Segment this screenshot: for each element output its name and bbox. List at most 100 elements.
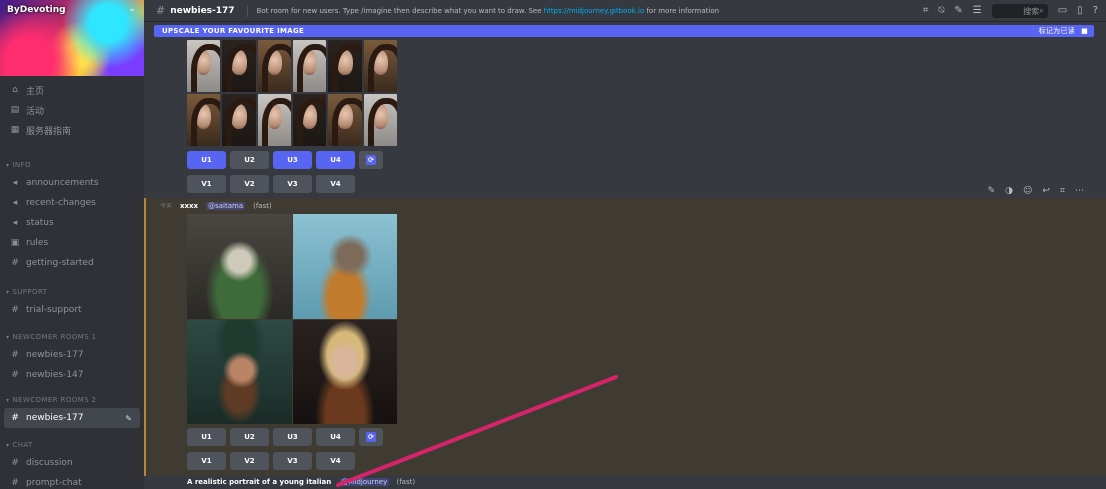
prompt-text: A realistic portrait of a young italian — [187, 478, 332, 486]
generated-image[interactable] — [187, 214, 292, 319]
message-meta: 今天 xxxx @saitama (fast) — [160, 201, 272, 210]
sidebar-item-home[interactable]: ⌂ 主页 — [0, 80, 144, 100]
sidebar-item-newbies-177-active[interactable]: # newbies-177 ✎ — [4, 408, 140, 428]
category-header[interactable]: ▾ info — [0, 157, 144, 173]
image-grid-portraits[interactable] — [187, 40, 397, 146]
v2-button[interactable]: V2 — [230, 175, 269, 193]
generated-image[interactable] — [292, 214, 397, 319]
mark-read-icon[interactable]: ■ — [1081, 27, 1088, 35]
u3-button[interactable]: U3 — [273, 151, 312, 169]
u2-button[interactable]: U2 — [230, 151, 269, 169]
edit-icon[interactable]: ✎ — [988, 186, 996, 196]
mark-as-read-button[interactable]: 标记为已读 — [1039, 26, 1076, 36]
sidebar-item-status[interactable]: ◂ status — [0, 213, 144, 233]
server-banner[interactable]: ByDevoting ⌄ — [0, 0, 144, 76]
category-header[interactable]: ▾ newcomer rooms 2 — [0, 392, 144, 408]
v2-button[interactable]: V2 — [230, 452, 269, 470]
u1-button[interactable]: U1 — [187, 151, 226, 169]
reaction-icon[interactable]: ◑ — [1005, 186, 1013, 196]
reroll-button[interactable]: ⟳ — [359, 428, 383, 446]
topic-link[interactable]: https://midjourney.gitbook.io — [544, 7, 644, 15]
threads-icon[interactable]: ⌗ — [923, 3, 929, 19]
hash-icon: # — [11, 370, 19, 380]
sidebar-item-newbies-177[interactable]: # newbies-177 — [0, 345, 144, 365]
u4-button[interactable]: U4 — [316, 151, 355, 169]
generated-image[interactable] — [292, 40, 327, 92]
sidebar-item-prompt-chat[interactable]: # prompt-chat — [0, 473, 144, 489]
generated-image[interactable] — [292, 319, 397, 424]
sidebar-item-trial-support[interactable]: # trial-support — [0, 300, 144, 320]
hash-icon: # — [156, 4, 166, 17]
sidebar-item-discussion[interactable]: # discussion — [0, 453, 144, 473]
inbox-tray-icon[interactable]: ▯ — [1077, 3, 1083, 19]
u3-button[interactable]: U3 — [273, 428, 312, 446]
help-icon[interactable]: ? — [1093, 3, 1098, 19]
emoji-icon[interactable]: ☺ — [1023, 186, 1032, 196]
generated-image[interactable] — [187, 94, 221, 146]
generated-image[interactable] — [363, 94, 397, 146]
reroll-button[interactable]: ⟳ — [359, 151, 383, 169]
upscale-button-row: U1 U2 U3 U4 ⟳ — [187, 151, 383, 169]
server-name[interactable]: ByDevoting — [7, 5, 66, 15]
sidebar-item-newbies-147[interactable]: # newbies-147 — [0, 365, 144, 385]
sidebar-item-announcements[interactable]: ◂ announcements — [0, 173, 144, 193]
add-member-icon[interactable]: ✎ — [125, 414, 132, 423]
v1-button[interactable]: V1 — [187, 175, 226, 193]
user-mention[interactable]: @saitama — [206, 201, 246, 210]
generated-image[interactable] — [222, 94, 256, 146]
refresh-icon: ⟳ — [366, 432, 376, 442]
generated-image[interactable] — [187, 40, 221, 92]
hash-icon: # — [11, 305, 19, 315]
thread-icon[interactable]: ⌗ — [1060, 186, 1065, 196]
sidebar-item-label: 主页 — [26, 86, 45, 97]
pin-icon[interactable]: ✎ — [954, 3, 962, 19]
sidebar-item-events[interactable]: ▤ 活动 — [0, 100, 144, 120]
category-newcomer-rooms-1: ▾ newcomer rooms 1 # newbies-177 # newbie… — [0, 329, 144, 385]
new-messages-bar[interactable]: UPSCALE YOUR FAVOURITE IMAGE 标记为已读 ■ — [154, 25, 1094, 37]
v4-button[interactable]: V4 — [316, 175, 355, 193]
reply-icon[interactable]: ↩ — [1042, 186, 1050, 196]
channel-topic[interactable]: Bot room for new users. Type /imagine th… — [257, 7, 720, 15]
bell-mute-icon[interactable]: ⍉ — [938, 3, 944, 19]
chevron-down-icon[interactable]: ⌄ — [128, 4, 136, 14]
u4-button[interactable]: U4 — [316, 428, 355, 446]
chevron-down-icon: ▾ — [6, 161, 10, 169]
image-grid-characters[interactable] — [187, 214, 397, 424]
sidebar-item-getting-started[interactable]: # getting-started — [0, 253, 144, 273]
generated-image[interactable] — [328, 40, 362, 92]
generated-image[interactable] — [187, 319, 292, 424]
v3-button[interactable]: V3 — [273, 175, 312, 193]
sidebar-item-recent-changes[interactable]: ◂ recent-changes — [0, 193, 144, 213]
search-input[interactable]: 搜索 ⌕ — [991, 4, 1048, 18]
sidebar-item-rules[interactable]: ▣ rules — [0, 233, 144, 253]
next-message: A realistic portrait of a young italian … — [187, 478, 415, 486]
member-list-icon[interactable]: ☰ — [973, 3, 982, 19]
u2-button[interactable]: U2 — [230, 428, 269, 446]
generated-image[interactable] — [257, 40, 291, 92]
sidebar-item-guide[interactable]: ▦ 服务器指南 — [0, 120, 144, 140]
v1-button[interactable]: V1 — [187, 452, 226, 470]
category-header[interactable]: ▾ support — [0, 284, 144, 300]
v3-button[interactable]: V3 — [273, 452, 312, 470]
megaphone-icon: ◂ — [12, 218, 18, 228]
generated-image[interactable] — [292, 94, 327, 146]
more-icon[interactable]: ⋯ — [1075, 186, 1084, 196]
user-mention[interactable]: @Midjourney — [339, 478, 390, 486]
generated-image[interactable] — [328, 94, 362, 146]
channel-title: newbies-177 — [170, 5, 235, 16]
generated-image[interactable] — [257, 94, 291, 146]
generated-image[interactable] — [363, 40, 397, 92]
sidebar-item-label: 活动 — [26, 106, 45, 117]
v4-button[interactable]: V4 — [316, 452, 355, 470]
u1-button[interactable]: U1 — [187, 428, 226, 446]
inbox-icon[interactable]: ▭ — [1058, 3, 1067, 19]
search-placeholder: 搜索 — [1023, 6, 1040, 16]
category-header[interactable]: ▾ newcomer rooms 1 — [0, 329, 144, 345]
hash-icon: # — [11, 350, 19, 360]
channel-sidebar: ByDevoting ⌄ ⌂ 主页 ▤ 活动 ▦ 服务器指南 ▾ info ◂ a… — [0, 0, 144, 489]
message-actions: ✎ ◑ ☺ ↩ ⌗ ⋯ — [988, 186, 1084, 196]
message-author[interactable]: xxxx — [180, 202, 198, 210]
generated-image[interactable] — [222, 40, 256, 92]
category-header[interactable]: ▾ chat — [0, 437, 144, 453]
megaphone-icon: ◂ — [12, 198, 18, 208]
